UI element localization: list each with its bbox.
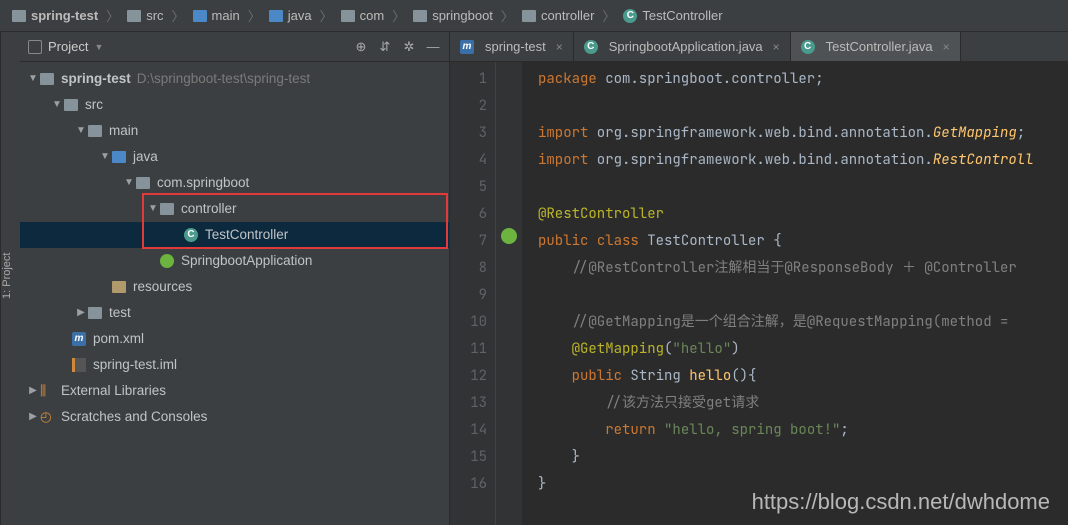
tree-iml[interactable]: •spring-test.iml <box>20 352 449 378</box>
chevron-right-icon: 〉 <box>246 6 263 25</box>
folder-icon <box>269 10 283 22</box>
collapse-all-icon[interactable]: ⇵ <box>377 39 393 55</box>
tree-test[interactable]: ▶test <box>20 300 449 326</box>
breadcrumb: spring-test 〉 src 〉 main 〉 java 〉 com 〉 … <box>0 0 1068 32</box>
crumb-src[interactable]: src <box>121 8 169 23</box>
close-icon[interactable]: × <box>943 40 950 54</box>
folder-icon <box>12 10 26 22</box>
gear-icon[interactable]: ✲ <box>401 39 417 55</box>
project-tool-window: Project ▼ ⊕ ⇵ ✲ — ▼ spring-test D:\sprin… <box>20 32 450 525</box>
source-folder-icon <box>112 151 126 163</box>
code-content[interactable]: package com.springboot.controller; impor… <box>522 62 1034 525</box>
module-icon <box>40 73 54 85</box>
folder-icon <box>341 10 355 22</box>
iml-icon <box>72 358 86 372</box>
folder-icon <box>88 125 102 137</box>
project-header: Project ▼ ⊕ ⇵ ✲ — <box>20 32 449 62</box>
line-numbers: 12345678910111213141516 <box>450 62 496 525</box>
resources-folder-icon <box>112 281 126 293</box>
tree-src[interactable]: ▼src <box>20 92 449 118</box>
class-icon: C <box>584 40 598 54</box>
tree-java[interactable]: ▼java <box>20 144 449 170</box>
chevron-down-icon: ▼ <box>94 42 103 52</box>
crumb-testcontroller[interactable]: CTestController <box>617 8 728 23</box>
folder-icon <box>413 10 427 22</box>
tab-testcontroller[interactable]: C TestController.java × <box>791 32 961 61</box>
folder-icon <box>522 10 536 22</box>
crumb-controller[interactable]: controller <box>516 8 600 23</box>
tab-spring-test[interactable]: m spring-test × <box>450 32 574 61</box>
spring-gutter-icon[interactable] <box>501 228 517 244</box>
package-icon <box>136 177 150 189</box>
chevron-right-icon: 〉 <box>390 6 407 25</box>
library-icon: ⫼ <box>40 378 54 404</box>
tool-window-tab-project[interactable]: 1: Project <box>0 32 20 525</box>
tree-root[interactable]: ▼ spring-test D:\springboot-test\spring-… <box>20 66 449 92</box>
close-icon[interactable]: × <box>773 40 780 54</box>
chevron-right-icon: 〉 <box>600 6 617 25</box>
folder-icon <box>127 10 141 22</box>
crumb-springboot[interactable]: springboot <box>407 8 499 23</box>
editor-area: m spring-test × C SpringbootApplication.… <box>450 32 1068 525</box>
tree-springbootapp[interactable]: •SpringbootApplication <box>20 248 449 274</box>
tree-controller[interactable]: ▼controller <box>20 196 449 222</box>
class-icon: C <box>184 228 198 242</box>
close-icon[interactable]: × <box>556 40 563 54</box>
hide-icon[interactable]: — <box>425 39 441 55</box>
tree-resources[interactable]: •resources <box>20 274 449 300</box>
spring-icon <box>160 254 174 268</box>
tree-scratches[interactable]: ▶◴Scratches and Consoles <box>20 404 449 430</box>
locate-icon[interactable]: ⊕ <box>353 39 369 55</box>
tree-package[interactable]: ▼com.springboot <box>20 170 449 196</box>
chevron-right-icon: 〉 <box>318 6 335 25</box>
tree-external-libs[interactable]: ▶⫼External Libraries <box>20 378 449 404</box>
chevron-right-icon: 〉 <box>499 6 516 25</box>
class-icon: C <box>801 40 815 54</box>
main-area: 1: Project Project ▼ ⊕ ⇵ ✲ — ▼ spring-te… <box>0 32 1068 525</box>
maven-icon: m <box>460 40 474 54</box>
crumb-com[interactable]: com <box>335 8 391 23</box>
folder-icon <box>64 99 78 111</box>
project-tree[interactable]: ▼ spring-test D:\springboot-test\spring-… <box>20 62 449 434</box>
project-title[interactable]: Project ▼ <box>28 39 103 54</box>
tree-pom[interactable]: •mpom.xml <box>20 326 449 352</box>
folder-icon <box>193 10 207 22</box>
code-editor[interactable]: 12345678910111213141516 package com.spri… <box>450 62 1068 525</box>
editor-tabs: m spring-test × C SpringbootApplication.… <box>450 32 1068 62</box>
chevron-right-icon: 〉 <box>104 6 121 25</box>
folder-icon <box>88 307 102 319</box>
tree-main[interactable]: ▼main <box>20 118 449 144</box>
maven-icon: m <box>72 332 86 346</box>
crumb-spring-test[interactable]: spring-test <box>6 8 104 23</box>
tree-testcontroller[interactable]: •CTestController <box>20 222 449 248</box>
crumb-java[interactable]: java <box>263 8 318 23</box>
editor-gutter <box>496 62 522 525</box>
project-view-icon <box>28 40 42 54</box>
crumb-main[interactable]: main <box>187 8 246 23</box>
package-icon <box>160 203 174 215</box>
chevron-right-icon: 〉 <box>170 6 187 25</box>
scratches-icon: ◴ <box>40 404 54 430</box>
class-icon: C <box>623 9 637 23</box>
tab-springbootapplication[interactable]: C SpringbootApplication.java × <box>574 32 791 61</box>
